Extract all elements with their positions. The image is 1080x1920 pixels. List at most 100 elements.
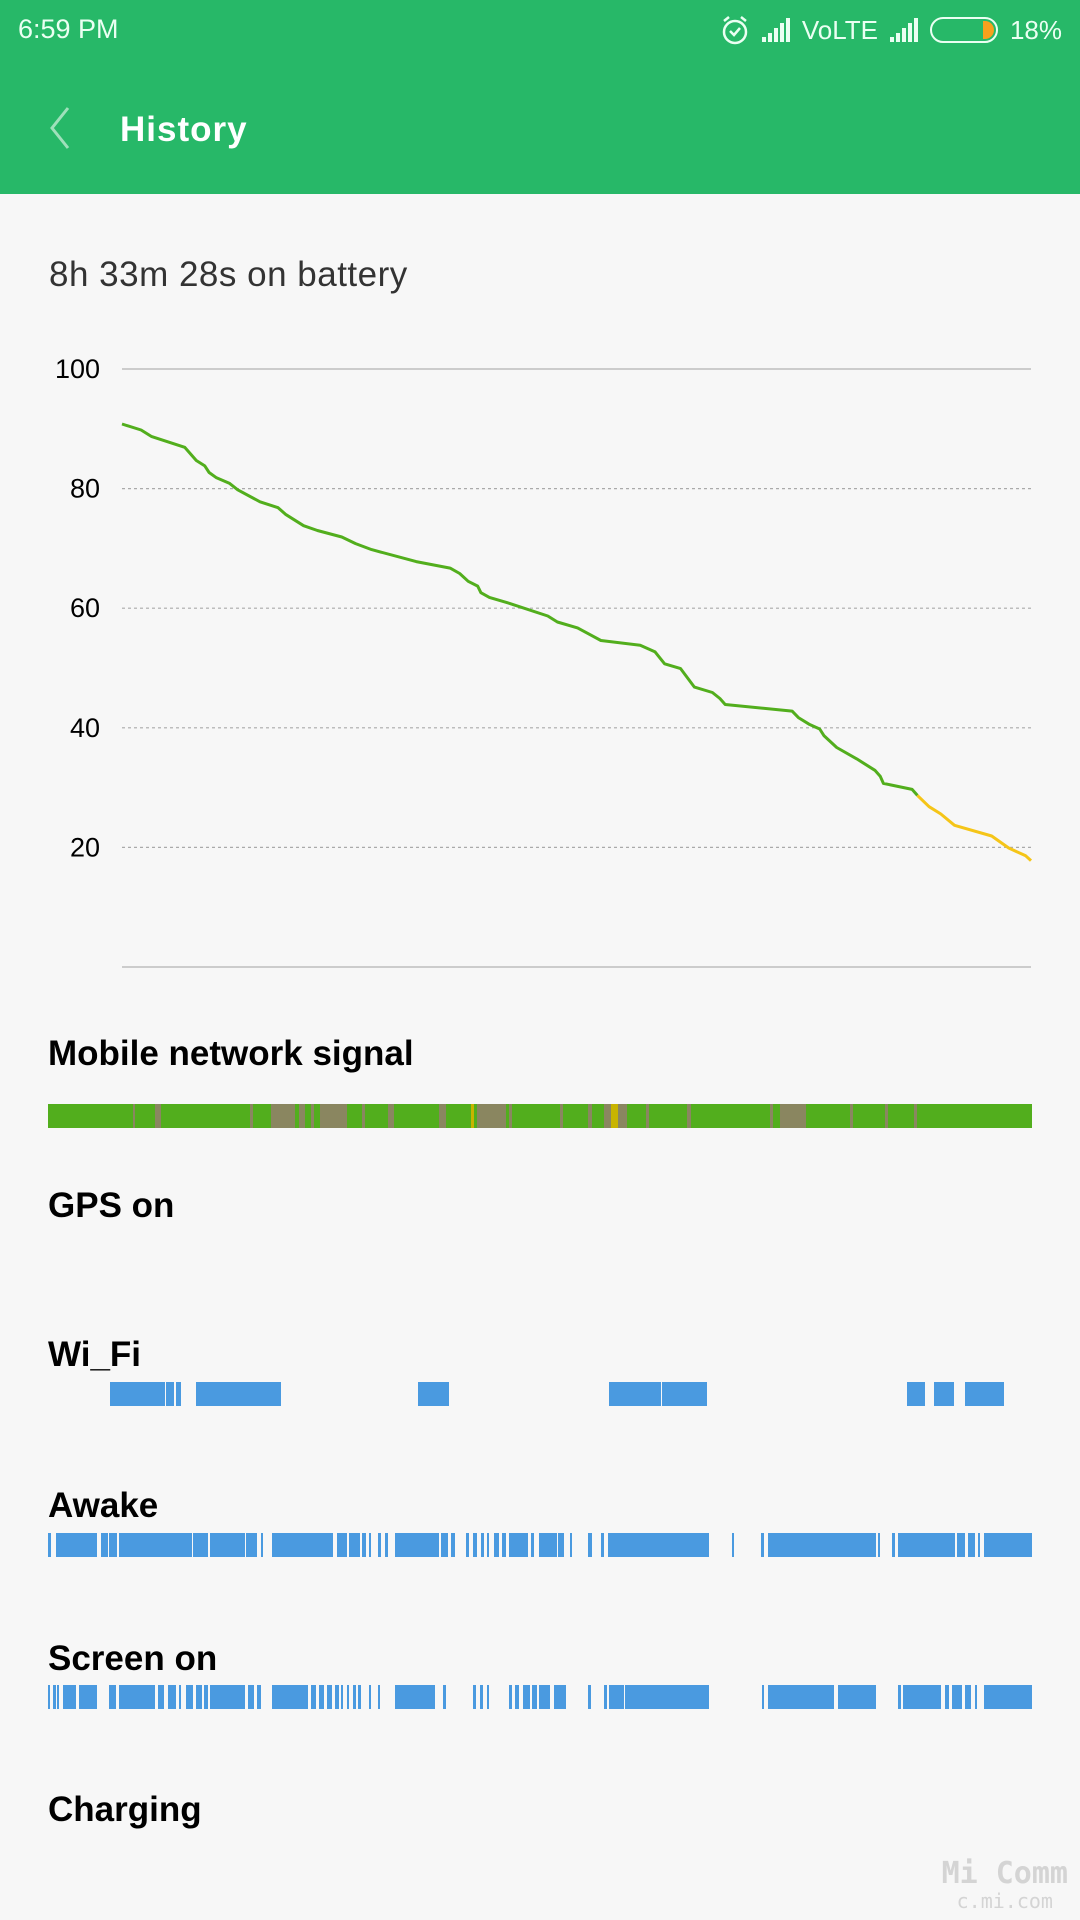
wifi-label: Wi_Fi	[48, 1335, 142, 1374]
poor-signal-segment	[471, 1104, 475, 1128]
awake-segment	[508, 1533, 529, 1557]
awake-segment	[451, 1533, 455, 1557]
screen-on-segment	[358, 1685, 361, 1709]
weak-signal-segment	[769, 1104, 774, 1128]
screen-on-segment	[210, 1685, 245, 1709]
status-icons: VoLTE 18%	[720, 12, 1062, 48]
awake-segment	[983, 1533, 1032, 1557]
screen-on-segment	[965, 1685, 972, 1709]
awake-segment	[558, 1533, 565, 1557]
screen-on-segment	[974, 1685, 977, 1709]
screen-on-segment	[903, 1685, 942, 1709]
awake-segment	[260, 1533, 263, 1557]
awake-segment	[119, 1533, 192, 1557]
awake-segment	[877, 1533, 880, 1557]
wifi-segment	[418, 1382, 450, 1406]
awake-segment	[767, 1533, 876, 1557]
awake-segment	[48, 1533, 52, 1557]
screen-on-label: Screen on	[48, 1639, 218, 1678]
weak-signal-segment	[320, 1104, 347, 1128]
weak-signal-segment	[850, 1104, 853, 1128]
back-button[interactable]	[44, 104, 80, 152]
wifi-segment	[175, 1382, 182, 1406]
watermark-line1: Mi Comm	[941, 1856, 1068, 1891]
awake-segment	[600, 1533, 605, 1557]
screen-on-segment	[352, 1685, 357, 1709]
screen-on-timeline	[48, 1685, 1032, 1709]
wifi-segment	[661, 1382, 707, 1406]
screen-on-segment	[983, 1685, 1032, 1709]
battery-duration: 8h 33m 28s on battery	[49, 255, 408, 294]
weak-signal-segment	[361, 1104, 366, 1128]
screen-on-segment	[588, 1685, 591, 1709]
weak-signal-segment	[588, 1104, 592, 1128]
screen-on-segment	[79, 1685, 98, 1709]
awake-segment	[466, 1533, 469, 1557]
awake-segment	[108, 1533, 117, 1557]
weak-signal-segment	[913, 1104, 918, 1128]
awake-timeline	[48, 1533, 1032, 1557]
battery-percent: 18%	[1009, 14, 1062, 45]
screen-on-segment	[158, 1685, 165, 1709]
weak-signal-segment	[133, 1104, 136, 1128]
screen-on-segment	[480, 1685, 483, 1709]
screen-on-segment	[395, 1685, 436, 1709]
awake-segment	[957, 1533, 966, 1557]
watermark-line2: c.mi.com	[956, 1889, 1053, 1913]
awake-segment	[361, 1533, 367, 1557]
awake-segment	[272, 1533, 334, 1557]
awake-segment	[473, 1533, 477, 1557]
screen-on-segment	[473, 1685, 476, 1709]
awake-segment	[530, 1533, 535, 1557]
wifi-segment	[110, 1382, 166, 1406]
awake-segment	[538, 1533, 558, 1557]
awake-segment	[607, 1533, 709, 1557]
awake-segment	[494, 1533, 499, 1557]
screen-on-segment	[327, 1685, 332, 1709]
screen-on-segment	[196, 1685, 203, 1709]
screen-on-segment	[951, 1685, 962, 1709]
screen-on-segment	[944, 1685, 950, 1709]
weak-signal-segment	[311, 1104, 314, 1128]
screen-on-segment	[897, 1685, 901, 1709]
screen-on-segment	[604, 1685, 607, 1709]
awake-segment	[760, 1533, 765, 1557]
awake-segment	[336, 1533, 347, 1557]
weak-signal-segment	[645, 1104, 650, 1128]
weak-signal-segment	[687, 1104, 691, 1128]
weak-signal-segment	[250, 1104, 253, 1128]
screen-on-segment	[179, 1685, 182, 1709]
charging-label: Charging	[48, 1790, 202, 1829]
awake-segment	[588, 1533, 592, 1557]
screen-on-segment	[257, 1685, 261, 1709]
awake-segment	[481, 1533, 484, 1557]
y-tick-label: 60	[70, 593, 100, 623]
awake-segment	[897, 1533, 955, 1557]
awake-segment	[395, 1533, 439, 1557]
screen-on-segment	[608, 1685, 624, 1709]
wifi-segment	[196, 1382, 282, 1406]
screen-on-segment	[204, 1685, 208, 1709]
awake-segment	[502, 1533, 506, 1557]
screen-on-segment	[508, 1685, 513, 1709]
screen-on-segment	[837, 1685, 876, 1709]
wifi-segment	[608, 1382, 661, 1406]
watermark-logo: Mi Comm c.mi.com	[941, 1856, 1068, 1913]
screen-on-segment	[341, 1685, 344, 1709]
screen-on-segment	[531, 1685, 537, 1709]
awake-segment	[368, 1533, 372, 1557]
chevron-left-icon	[50, 107, 70, 149]
battery-line-low	[916, 794, 1033, 862]
battery-line	[121, 422, 919, 797]
weak-signal-segment	[388, 1104, 394, 1128]
screen-on-segment	[185, 1685, 193, 1709]
screen-on-segment	[48, 1685, 51, 1709]
awake-segment	[441, 1533, 449, 1557]
awake-segment	[100, 1533, 108, 1557]
screen-on-segment	[487, 1685, 490, 1709]
awake-segment	[731, 1533, 735, 1557]
wifi-segment	[934, 1382, 954, 1406]
screen-on-segment	[625, 1685, 709, 1709]
status-time: 6:59 PM	[18, 14, 119, 44]
awake-segment	[56, 1533, 98, 1557]
